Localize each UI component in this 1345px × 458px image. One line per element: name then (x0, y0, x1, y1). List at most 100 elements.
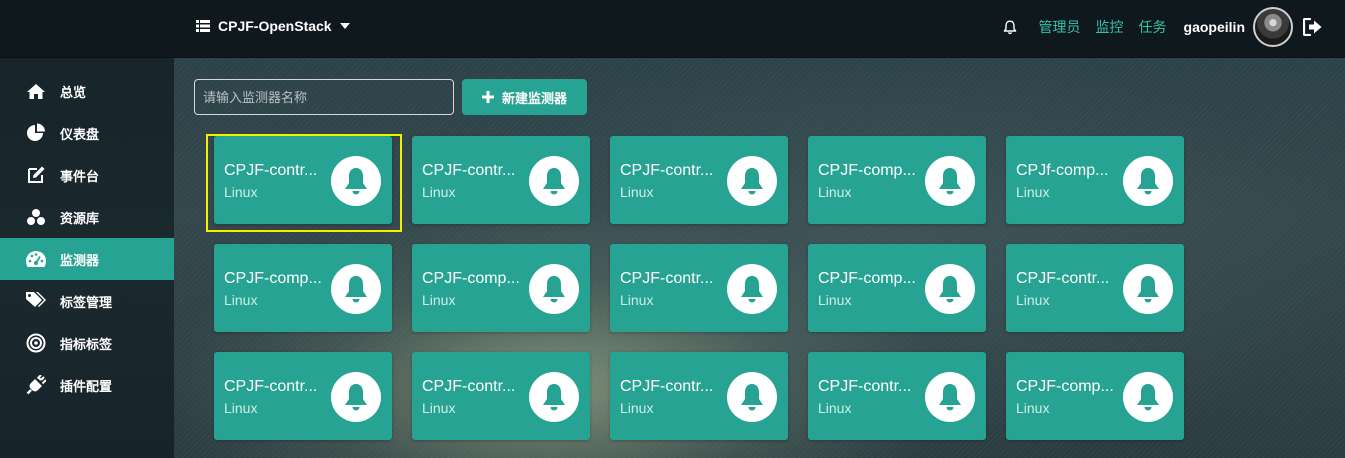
monitor-name: CPJf-comp... (1016, 162, 1109, 179)
bell-icon (529, 264, 579, 314)
sidebar: 总览 仪表盘 事件台 资源库 监测器 标签管理 指标标签 插件配置 (0, 58, 174, 458)
tags-icon (24, 289, 48, 313)
bullseye-icon (24, 331, 48, 355)
monitor-name: CPJF-contr... (1016, 270, 1110, 287)
monitor-os: Linux (1016, 292, 1050, 308)
bell-icon (1123, 156, 1173, 206)
list-icon (196, 20, 210, 32)
avatar[interactable] (1253, 7, 1293, 47)
notification-bell-icon[interactable] (1003, 20, 1017, 35)
monitor-card[interactable]: CPJF-comp... Linux (412, 244, 590, 332)
edit-icon (24, 163, 48, 187)
monitor-os: Linux (620, 400, 654, 416)
caret-down-icon (339, 23, 350, 29)
pie-chart-icon (24, 121, 48, 145)
monitor-name: CPJF-comp... (818, 162, 916, 179)
task-link[interactable]: 任务 (1139, 17, 1167, 37)
sidebar-item-dashboard[interactable]: 仪表盘 (0, 112, 174, 154)
project-name: CPJF-OpenStack (218, 18, 332, 34)
project-selector[interactable]: CPJF-OpenStack (196, 16, 350, 36)
monitor-card[interactable]: CPJF-contr... Linux (610, 244, 788, 332)
plus-icon (481, 91, 494, 103)
monitor-name: CPJF-comp... (422, 270, 520, 287)
sidebar-item-metric-tags[interactable]: 指标标签 (0, 322, 174, 364)
dashboard-icon (24, 247, 48, 271)
monitor-name: CPJF-contr... (620, 270, 714, 287)
add-monitor-label: 新建监测器 (501, 90, 567, 106)
monitor-os: Linux (422, 184, 456, 200)
bell-icon (1123, 372, 1173, 422)
monitor-card[interactable]: CPJF-comp... Linux (808, 244, 986, 332)
sidebar-item-label: 总览 (60, 84, 87, 100)
monitor-card[interactable]: CPJF-comp... Linux (808, 136, 986, 224)
monitor-os: Linux (620, 292, 654, 308)
sidebar-item-label: 插件配置 (60, 378, 113, 394)
monitor-os: Linux (224, 184, 258, 200)
monitor-os: Linux (224, 292, 258, 308)
sidebar-item-events[interactable]: 事件台 (0, 154, 174, 196)
monitor-link[interactable]: 监控 (1096, 17, 1124, 37)
sidebar-item-monitors[interactable]: 监测器 (0, 238, 174, 280)
bell-icon (331, 264, 381, 314)
monitor-os: Linux (422, 400, 456, 416)
monitor-name: CPJF-contr... (422, 162, 516, 179)
monitor-os: Linux (818, 292, 852, 308)
top-bar: CPJF-OpenStack 管理员 监控 任务 gaopeilin (0, 0, 1345, 58)
monitor-os: Linux (818, 400, 852, 416)
monitor-name: CPJF-contr... (224, 378, 318, 395)
bell-icon (727, 264, 777, 314)
add-monitor-button[interactable]: 新建监测器 (462, 79, 587, 115)
monitor-name: CPJF-contr... (818, 378, 912, 395)
logout-icon[interactable] (1303, 18, 1323, 36)
monitor-name: CPJF-contr... (620, 378, 714, 395)
monitor-name: CPJF-contr... (620, 162, 714, 179)
bell-icon (727, 372, 777, 422)
sidebar-item-label: 仪表盘 (60, 126, 100, 142)
sidebar-item-label: 监测器 (60, 252, 100, 268)
bell-icon (925, 264, 975, 314)
cubes-icon (24, 205, 48, 229)
monitor-card[interactable]: CPJF-contr... Linux (1006, 244, 1184, 332)
monitor-os: Linux (818, 184, 852, 200)
sidebar-item-label: 资源库 (60, 210, 100, 226)
monitor-name: CPJF-comp... (1016, 378, 1114, 395)
monitor-os: Linux (1016, 184, 1050, 200)
monitor-os: Linux (224, 400, 258, 416)
bell-icon (331, 156, 381, 206)
monitor-card[interactable]: CPJf-comp... Linux (1006, 136, 1184, 224)
sidebar-item-label: 指标标签 (60, 336, 113, 352)
plug-icon (24, 373, 48, 397)
monitor-card[interactable]: CPJF-contr... Linux (808, 352, 986, 440)
bell-icon (331, 372, 381, 422)
monitor-card[interactable]: CPJF-contr... Linux (214, 352, 392, 440)
monitor-card[interactable]: CPJF-contr... Linux (610, 136, 788, 224)
monitor-card[interactable]: CPJF-comp... Linux (1006, 352, 1184, 440)
monitor-name: CPJF-contr... (422, 378, 516, 395)
monitor-card[interactable]: CPJF-comp... Linux (214, 244, 392, 332)
monitor-card[interactable]: CPJF-contr... Linux (412, 352, 590, 440)
sidebar-item-overview[interactable]: 总览 (0, 70, 174, 112)
search-input[interactable] (194, 79, 454, 115)
sidebar-item-tag-management[interactable]: 标签管理 (0, 280, 174, 322)
monitor-card[interactable]: CPJF-contr... Linux (610, 352, 788, 440)
monitor-os: Linux (422, 292, 456, 308)
bell-icon (529, 372, 579, 422)
monitor-os: Linux (620, 184, 654, 200)
sidebar-item-label: 事件台 (60, 168, 100, 184)
bell-icon (925, 372, 975, 422)
admin-link[interactable]: 管理员 (1039, 17, 1081, 37)
bell-icon (529, 156, 579, 206)
sidebar-item-label: 标签管理 (60, 294, 113, 310)
username[interactable]: gaopeilin (1184, 19, 1245, 35)
top-right-menu: 管理员 监控 任务 gaopeilin (1003, 4, 1323, 50)
sidebar-item-plugin-config[interactable]: 插件配置 (0, 364, 174, 406)
bell-icon (727, 156, 777, 206)
monitor-name: CPJF-comp... (224, 270, 322, 287)
home-icon (24, 79, 48, 103)
monitor-card[interactable]: CPJF-contr... Linux (412, 136, 590, 224)
bell-icon (925, 156, 975, 206)
monitor-name: CPJF-contr... (224, 162, 318, 179)
sidebar-item-resources[interactable]: 资源库 (0, 196, 174, 238)
bell-icon (1123, 264, 1173, 314)
monitor-card[interactable]: CPJF-contr... Linux (214, 136, 392, 224)
